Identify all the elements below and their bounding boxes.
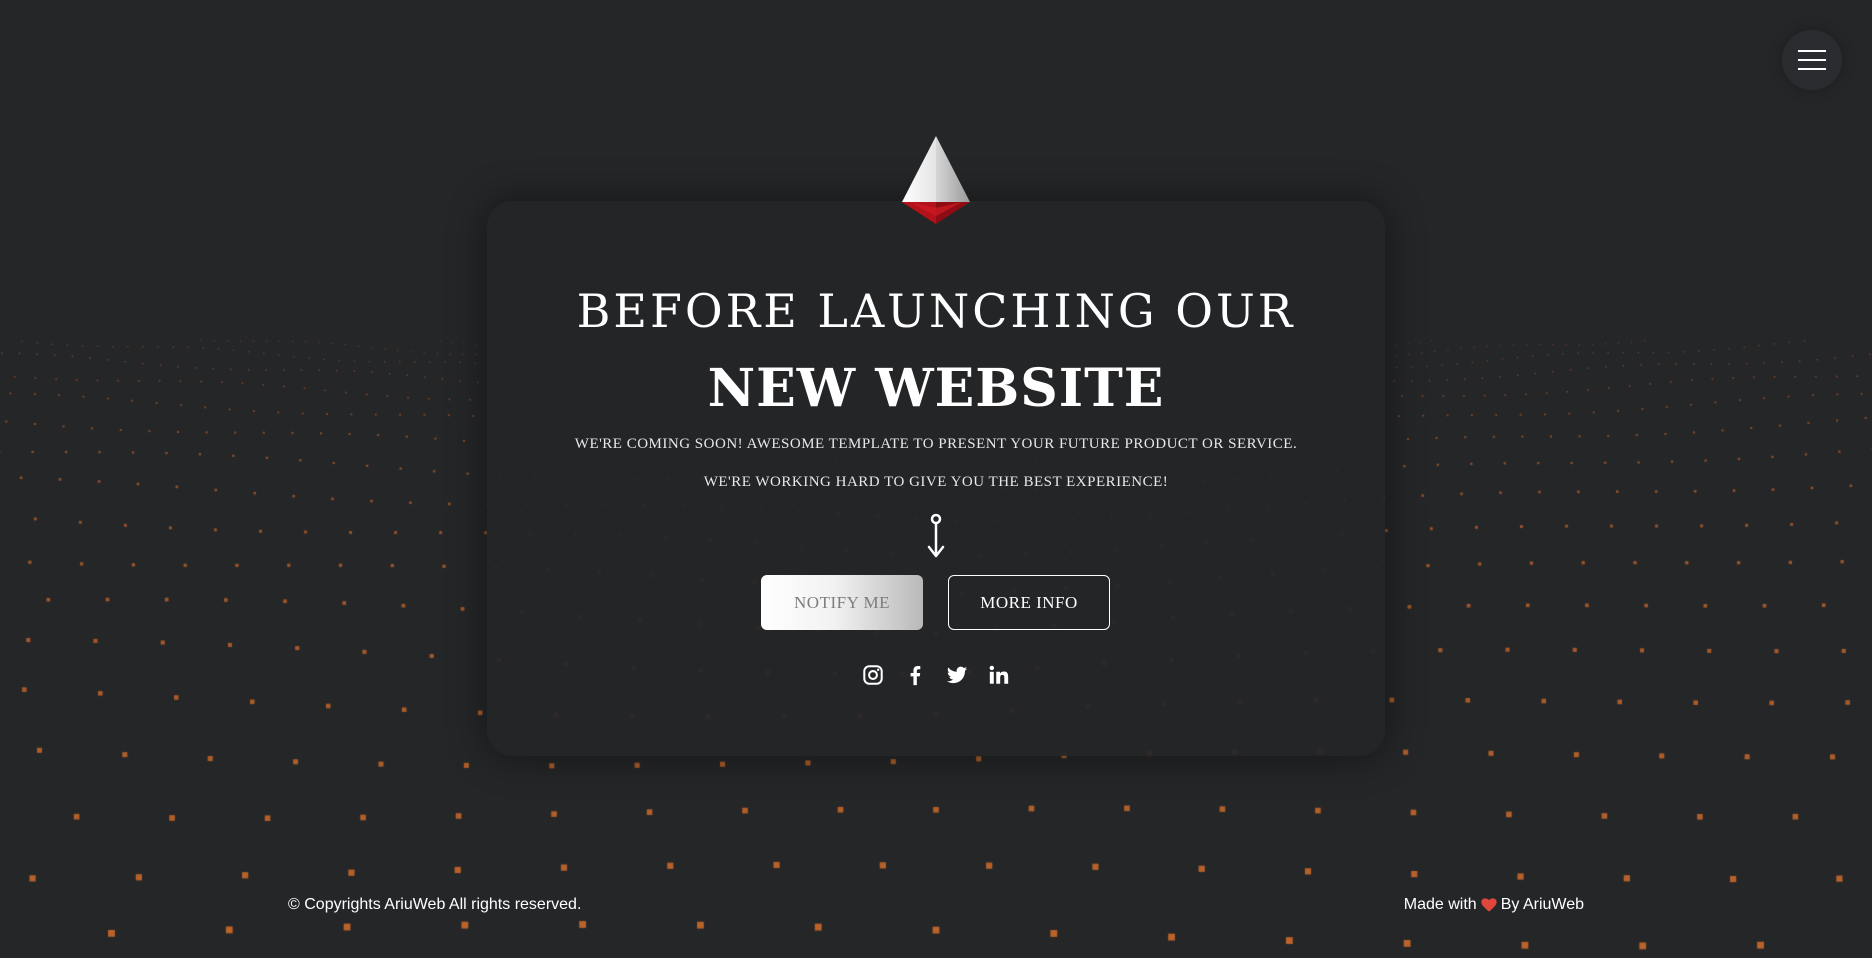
footer-made-with: Made with [1403, 896, 1477, 913]
menu-button[interactable] [1782, 30, 1842, 90]
footer-by-author: By AriuWeb [1500, 896, 1584, 913]
footer-credits: Made with By AriuWeb [1404, 896, 1584, 914]
arrow-down-icon [927, 513, 945, 558]
hero-subtitle-line2: WE'RE WORKING HARD TO GIVE YOU THE BEST … [703, 474, 1169, 490]
footer-copyright: © Copyrights AriuWeb All rights reserved… [288, 896, 582, 913]
hamburger-menu-icon [1798, 50, 1826, 52]
instagram-icon[interactable] [860, 662, 886, 688]
linkedin-icon[interactable] [986, 662, 1012, 688]
page: BEFORE LAUNCHING OUR NEW WEBSITE WE'RE C… [0, 0, 1872, 958]
more-info-button[interactable]: MORE INFO [948, 575, 1110, 630]
heart-icon [1481, 898, 1497, 912]
facebook-icon[interactable] [902, 662, 928, 688]
pyramid-logo-icon [902, 136, 970, 224]
hamburger-menu-icon-bar [1798, 68, 1826, 70]
twitter-icon[interactable] [944, 662, 970, 688]
notify-me-button[interactable]: NOTIFY ME [761, 575, 923, 630]
hero-title-line2: NEW WEBSITE [707, 358, 1165, 419]
hamburger-menu-icon-bar [1798, 59, 1826, 61]
hero-subtitle-line1: WE'RE COMING SOON! AWESOME TEMPLATE TO P… [574, 436, 1298, 452]
hero-title-line1: BEFORE LAUNCHING OUR [576, 284, 1296, 338]
